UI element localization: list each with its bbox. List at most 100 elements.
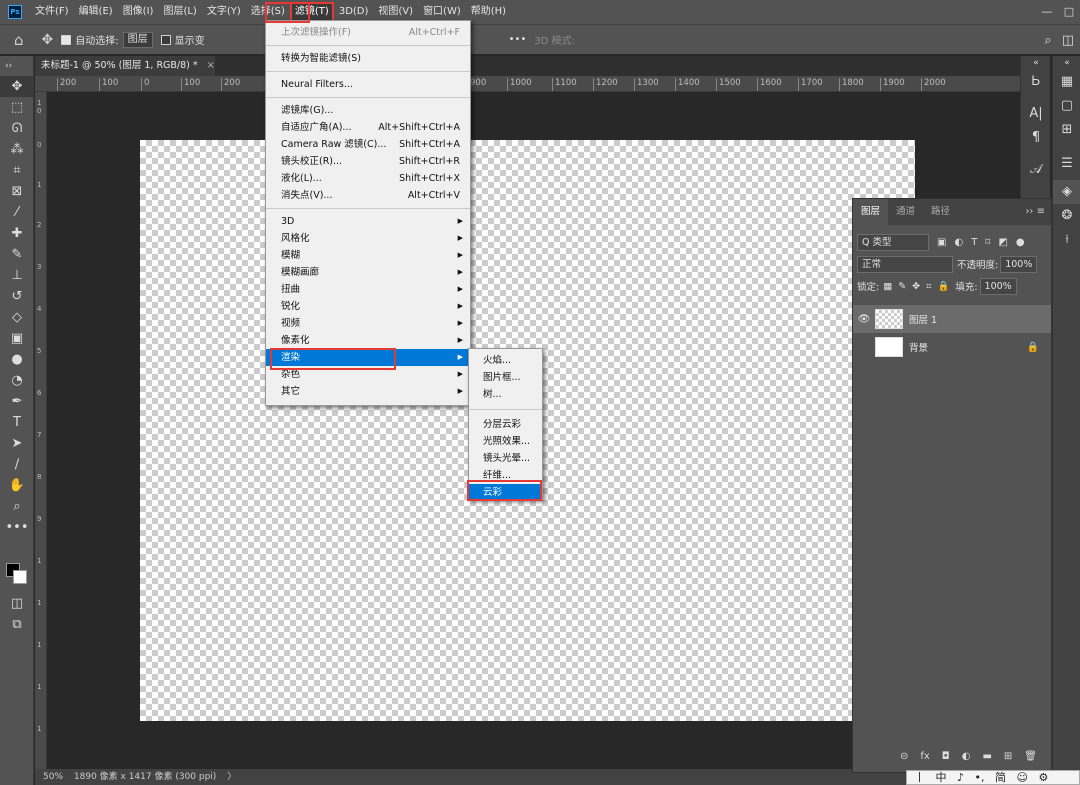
adjustment-layer-icon[interactable]: ◐: [962, 751, 971, 762]
menu-item-blur-gallery[interactable]: 模糊画廊 ▶: [266, 264, 470, 281]
zoom-tool-icon[interactable]: ⌕: [0, 496, 34, 517]
menu-item-difference-clouds[interactable]: 分层云彩: [469, 416, 542, 433]
menu-item-lens-flare[interactable]: 镜头光晕...: [469, 450, 542, 467]
more-options[interactable]: •••: [509, 34, 527, 45]
more-tools-icon[interactable]: •••: [0, 517, 34, 538]
ime-symbol-icon[interactable]: •,: [975, 771, 985, 784]
panel-menu-icon[interactable]: ›› ≡: [1025, 199, 1045, 225]
history-panel-icon[interactable]: Ꮟ: [1021, 70, 1051, 94]
magic-wand-tool-icon[interactable]: ⁂: [0, 139, 34, 160]
auto-select-checkbox[interactable]: [61, 34, 72, 45]
link-layers-icon[interactable]: ⊝: [900, 751, 908, 762]
menu-item-filter-gallery[interactable]: 滤镜库(G)...: [266, 102, 470, 119]
menu-window[interactable]: 窗口(W): [418, 2, 466, 22]
lock-transparent-icon[interactable]: ▦: [883, 281, 892, 292]
menu-file[interactable]: 文件(F): [30, 2, 74, 22]
eyedropper-tool-icon[interactable]: ⁄: [0, 202, 34, 223]
close-tab-icon[interactable]: ×: [207, 60, 215, 71]
filter-toggle-icon[interactable]: ●: [1016, 237, 1025, 248]
color-panel-icon[interactable]: ▢: [1053, 94, 1080, 118]
ime-emoji-icon[interactable]: ☺: [1017, 771, 1028, 784]
delete-layer-icon[interactable]: 🗑: [1024, 751, 1037, 762]
collapse-icon[interactable]: «: [1021, 56, 1051, 70]
menu-item-camera-raw[interactable]: Camera Raw 滤镜(C)... Shift+Ctrl+A: [266, 136, 470, 153]
new-group-icon[interactable]: ▬: [982, 751, 991, 762]
menu-item-stylize[interactable]: 风格化 ▶: [266, 230, 470, 247]
menu-item-neural-filters[interactable]: Neural Filters...: [266, 76, 470, 93]
type-tool-icon[interactable]: T: [0, 412, 34, 433]
workspace-icon[interactable]: ◫: [1062, 33, 1074, 48]
stamp-tool-icon[interactable]: ⊥: [0, 265, 34, 286]
ime-settings-icon[interactable]: ⚙: [1039, 771, 1049, 784]
menu-edit[interactable]: 编辑(E): [74, 2, 118, 22]
collapse-icon[interactable]: «: [1053, 56, 1080, 70]
document-tab[interactable]: 未标题-1 @ 50% (图层 1, RGB/8) * ×: [35, 56, 215, 76]
new-layer-icon[interactable]: ⊞: [1004, 751, 1012, 762]
lock-pixels-icon[interactable]: ✎: [898, 281, 906, 292]
menu-item-sharpen[interactable]: 锐化 ▶: [266, 298, 470, 315]
type-filter-icon[interactable]: T: [971, 237, 977, 248]
visibility-eye-icon[interactable]: 👁: [853, 314, 875, 325]
ime-simplified-toggle[interactable]: 简: [995, 771, 1006, 784]
layer-filter-dropdown[interactable]: Q 类型: [857, 233, 929, 251]
smart-filter-icon[interactable]: ◩: [998, 237, 1007, 248]
swatches-panel-icon[interactable]: ▦: [1053, 70, 1080, 94]
auto-select-option[interactable]: 自动选择: 图层: [61, 31, 153, 48]
restore-button[interactable]: □: [1058, 0, 1080, 24]
menu-layer[interactable]: 图层(L): [158, 2, 201, 22]
menu-image[interactable]: 图像(I): [118, 2, 159, 22]
quick-mask-icon[interactable]: ◫: [0, 593, 34, 614]
hand-tool-icon[interactable]: ✋: [0, 475, 34, 496]
menu-item-other[interactable]: 其它 ▶: [266, 383, 470, 400]
ime-handle-icon[interactable]: 丨: [914, 771, 925, 784]
menu-item-picture-frame[interactable]: 图片框...: [469, 369, 542, 386]
menu-item-pixelate[interactable]: 像素化 ▶: [266, 332, 470, 349]
opacity-input[interactable]: 100%: [1000, 255, 1038, 273]
character-panel-icon[interactable]: A|: [1021, 102, 1051, 126]
menu-3d[interactable]: 3D(D): [334, 2, 374, 22]
blur-tool-icon[interactable]: ●: [0, 349, 34, 370]
menu-item-lighting-effects[interactable]: 光照效果...: [469, 433, 542, 450]
dodge-tool-icon[interactable]: ◔: [0, 370, 34, 391]
background-color-swatch[interactable]: [13, 570, 27, 584]
screen-mode-icon[interactable]: ⧉: [0, 614, 34, 635]
menu-item-vanishing-point[interactable]: 消失点(V)... Alt+Ctrl+V: [266, 187, 470, 204]
channels-panel-icon[interactable]: ❂: [1053, 204, 1080, 228]
add-mask-icon[interactable]: ◘: [942, 751, 950, 762]
shape-filter-icon[interactable]: ⌑: [985, 237, 990, 248]
layer-row-layer1[interactable]: 👁 图层 1: [853, 305, 1051, 333]
search-icon[interactable]: ⌕: [1044, 33, 1051, 48]
paragraph-panel-icon[interactable]: ¶: [1021, 126, 1051, 150]
path-select-tool-icon[interactable]: ➤: [0, 433, 34, 454]
ime-mode-chinese[interactable]: 中: [936, 771, 947, 784]
lasso-tool-icon[interactable]: ᘏ: [0, 118, 34, 139]
menu-item-distort[interactable]: 扭曲 ▶: [266, 281, 470, 298]
patterns-panel-icon[interactable]: ⊞: [1053, 118, 1080, 142]
menu-help[interactable]: 帮助(H): [466, 2, 511, 22]
crop-tool-icon[interactable]: ⌗: [0, 160, 34, 181]
adjustment-filter-icon[interactable]: ◐: [954, 237, 963, 248]
pixel-filter-icon[interactable]: ▣: [937, 237, 946, 248]
history-brush-tool-icon[interactable]: ↺: [0, 286, 34, 307]
menu-item-flame[interactable]: 火焰...: [469, 352, 542, 369]
lock-position-icon[interactable]: ✥: [912, 281, 920, 292]
menu-item-blur[interactable]: 模糊 ▶: [266, 247, 470, 264]
lock-all-icon[interactable]: 🔒: [937, 281, 949, 292]
menu-view[interactable]: 视图(V): [373, 2, 418, 22]
menu-item-3d[interactable]: 3D ▶: [266, 213, 470, 230]
menu-item-tree[interactable]: 树...: [469, 386, 542, 403]
minimize-button[interactable]: —: [1036, 0, 1058, 24]
glyphs-panel-icon[interactable]: 𝒜: [1021, 158, 1051, 182]
pen-tool-icon[interactable]: ✒: [0, 391, 34, 412]
show-transform-option[interactable]: 显示变: [160, 32, 205, 47]
collapse-icon[interactable]: ››: [0, 56, 34, 76]
tab-paths[interactable]: 路径: [923, 199, 958, 225]
tab-layers[interactable]: 图层: [853, 199, 889, 225]
line-tool-icon[interactable]: ∕: [0, 454, 34, 475]
status-arrow-icon[interactable]: 〉: [227, 772, 236, 782]
ime-punctuation-icon[interactable]: ♪: [957, 771, 964, 784]
menu-item-last-filter[interactable]: 上次滤镜操作(F) Alt+Ctrl+F: [266, 24, 470, 41]
auto-select-dropdown[interactable]: 图层: [122, 31, 153, 48]
move-tool-icon[interactable]: ✥: [42, 32, 54, 48]
tab-channels[interactable]: 通道: [888, 199, 923, 225]
